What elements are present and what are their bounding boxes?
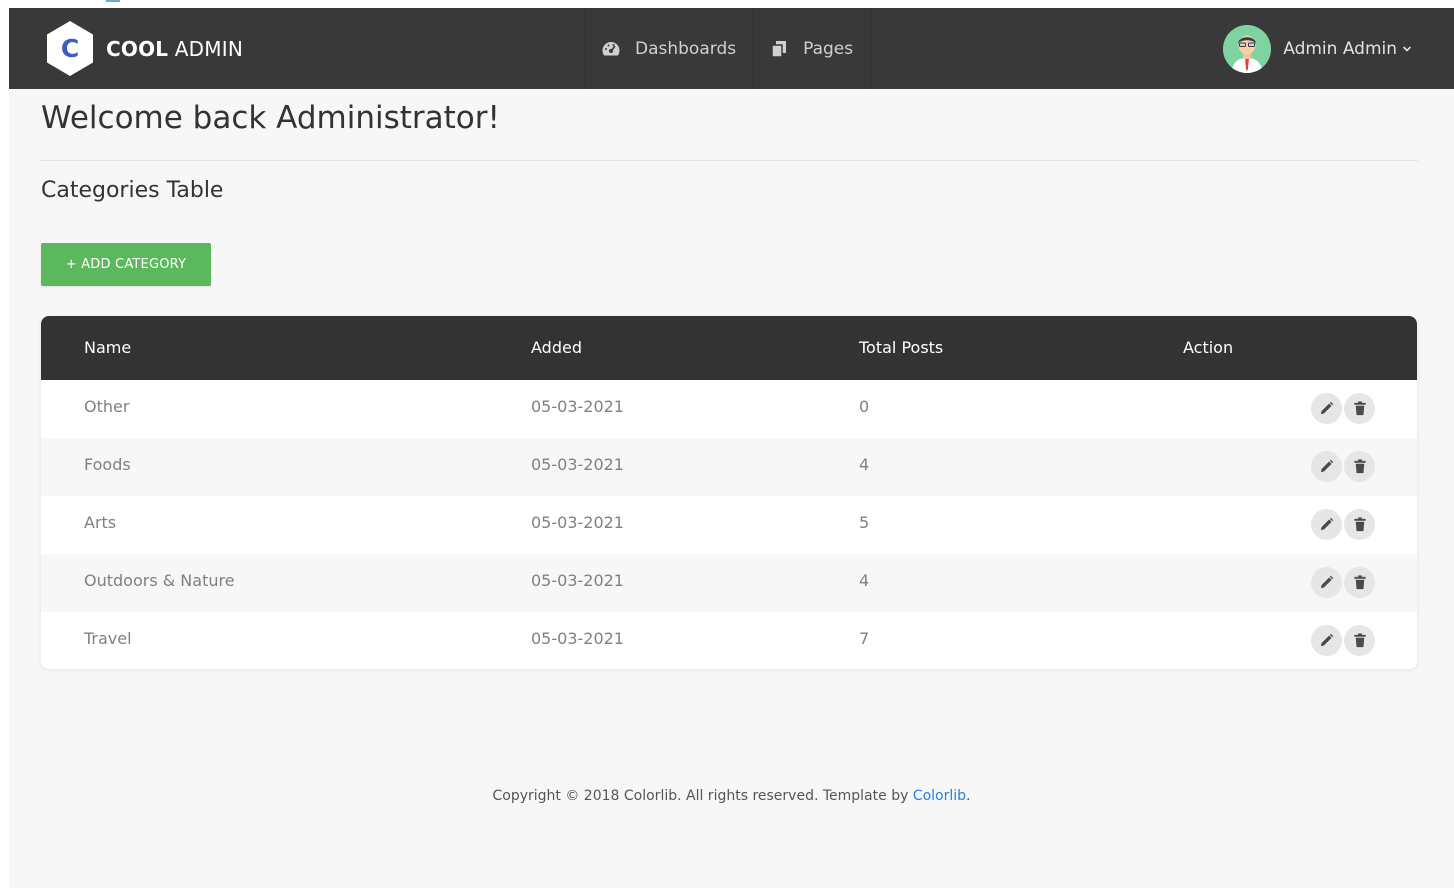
edit-button[interactable] [1311, 625, 1342, 656]
cell-added: 05-03-2021 [531, 571, 624, 590]
copy-pages-icon [769, 39, 789, 59]
cell-total-posts: 4 [859, 455, 870, 474]
table-row: Foods 05-03-2021 4 [41, 438, 1417, 496]
table-row: Other 05-03-2021 0 [41, 380, 1417, 438]
trash-icon [1353, 459, 1366, 474]
column-header-name[interactable]: Name [84, 316, 131, 380]
top-header: C COOL ADMIN Dashboards Pages Admin Admi… [9, 8, 1454, 89]
edit-button[interactable] [1311, 393, 1342, 424]
nav-item-pages[interactable]: Pages [753, 8, 872, 89]
cell-total-posts: 5 [859, 513, 870, 532]
cell-added: 05-03-2021 [531, 513, 624, 532]
column-header-total-posts[interactable]: Total Posts [859, 316, 943, 380]
delete-button[interactable] [1344, 451, 1375, 482]
table-header: Name Added Total Posts Action [41, 316, 1417, 380]
tachometer-icon [601, 39, 621, 59]
page-footer: Copyright © 2018 Colorlib. All rights re… [9, 788, 1454, 804]
delete-button[interactable] [1344, 625, 1375, 656]
brand-name: COOL ADMIN [106, 37, 243, 61]
pencil-icon [1320, 459, 1334, 473]
edit-button[interactable] [1311, 451, 1342, 482]
footer-colorlib-link[interactable]: Colorlib [913, 788, 966, 804]
user-avatar-icon [1223, 25, 1272, 73]
table-row: Travel 05-03-2021 7 [41, 612, 1417, 669]
row-actions [1311, 451, 1375, 482]
row-actions [1311, 509, 1375, 540]
cell-name: Other [84, 397, 130, 416]
pencil-icon [1320, 517, 1334, 531]
delete-button[interactable] [1344, 567, 1375, 598]
app-frame: C COOL ADMIN Dashboards Pages Admin Admi… [9, 8, 1454, 888]
edit-button[interactable] [1311, 567, 1342, 598]
trash-icon [1353, 575, 1366, 590]
cell-added: 05-03-2021 [531, 455, 624, 474]
brand-name-light: ADMIN [174, 36, 243, 61]
chevron-down-icon [1402, 43, 1414, 55]
cell-name: Arts [84, 513, 117, 532]
avatar[interactable] [1223, 25, 1272, 73]
cell-name: Foods [84, 455, 131, 474]
delete-button[interactable] [1344, 393, 1375, 424]
brand-logo[interactable]: C COOL ADMIN [45, 20, 243, 77]
cell-name: Travel [84, 629, 132, 648]
account-name: Admin Admin [1283, 39, 1397, 59]
edit-button[interactable] [1311, 509, 1342, 540]
brand-name-bold: COOL [106, 36, 169, 61]
pencil-icon [1320, 575, 1334, 589]
column-header-added[interactable]: Added [531, 316, 582, 380]
table-body: Other 05-03-2021 0 Foods 05-03-2021 4 Ar… [41, 380, 1417, 669]
row-actions [1311, 393, 1375, 424]
title-divider [41, 160, 1418, 161]
page-title: Welcome back Administrator! [41, 100, 500, 136]
nav-item-dashboards[interactable]: Dashboards [585, 8, 753, 89]
pencil-icon [1320, 401, 1334, 415]
top-edge-link-fragment [106, 0, 120, 2]
footer-suffix: . [966, 788, 971, 804]
section-title: Categories Table [41, 178, 224, 203]
categories-table: Name Added Total Posts Action Other 05-0… [41, 316, 1417, 669]
footer-copyright: Copyright © 2018 Colorlib. All rights re… [492, 788, 913, 804]
account-menu[interactable]: Admin Admin [1223, 24, 1414, 74]
row-actions [1311, 567, 1375, 598]
cell-total-posts: 7 [859, 629, 870, 648]
table-row: Outdoors & Nature 05-03-2021 4 [41, 554, 1417, 612]
hexagon-c-logo-icon: C [45, 20, 95, 77]
nav-item-dashboards-label: Dashboards [635, 38, 737, 59]
row-actions [1311, 625, 1375, 656]
add-category-button[interactable]: + ADD CATEGORY [41, 243, 211, 286]
cell-total-posts: 0 [859, 397, 870, 416]
nav-item-pages-label: Pages [803, 38, 854, 59]
delete-button[interactable] [1344, 509, 1375, 540]
cell-added: 05-03-2021 [531, 397, 624, 416]
cell-added: 05-03-2021 [531, 629, 624, 648]
svg-text:C: C [61, 34, 79, 63]
main-nav: Dashboards Pages [585, 8, 872, 89]
trash-icon [1353, 633, 1366, 648]
cell-total-posts: 4 [859, 571, 870, 590]
trash-icon [1353, 401, 1366, 416]
table-row: Arts 05-03-2021 5 [41, 496, 1417, 554]
cell-name: Outdoors & Nature [84, 571, 235, 590]
column-header-action: Action [1183, 338, 1234, 357]
pencil-icon [1320, 633, 1334, 647]
trash-icon [1353, 517, 1366, 532]
